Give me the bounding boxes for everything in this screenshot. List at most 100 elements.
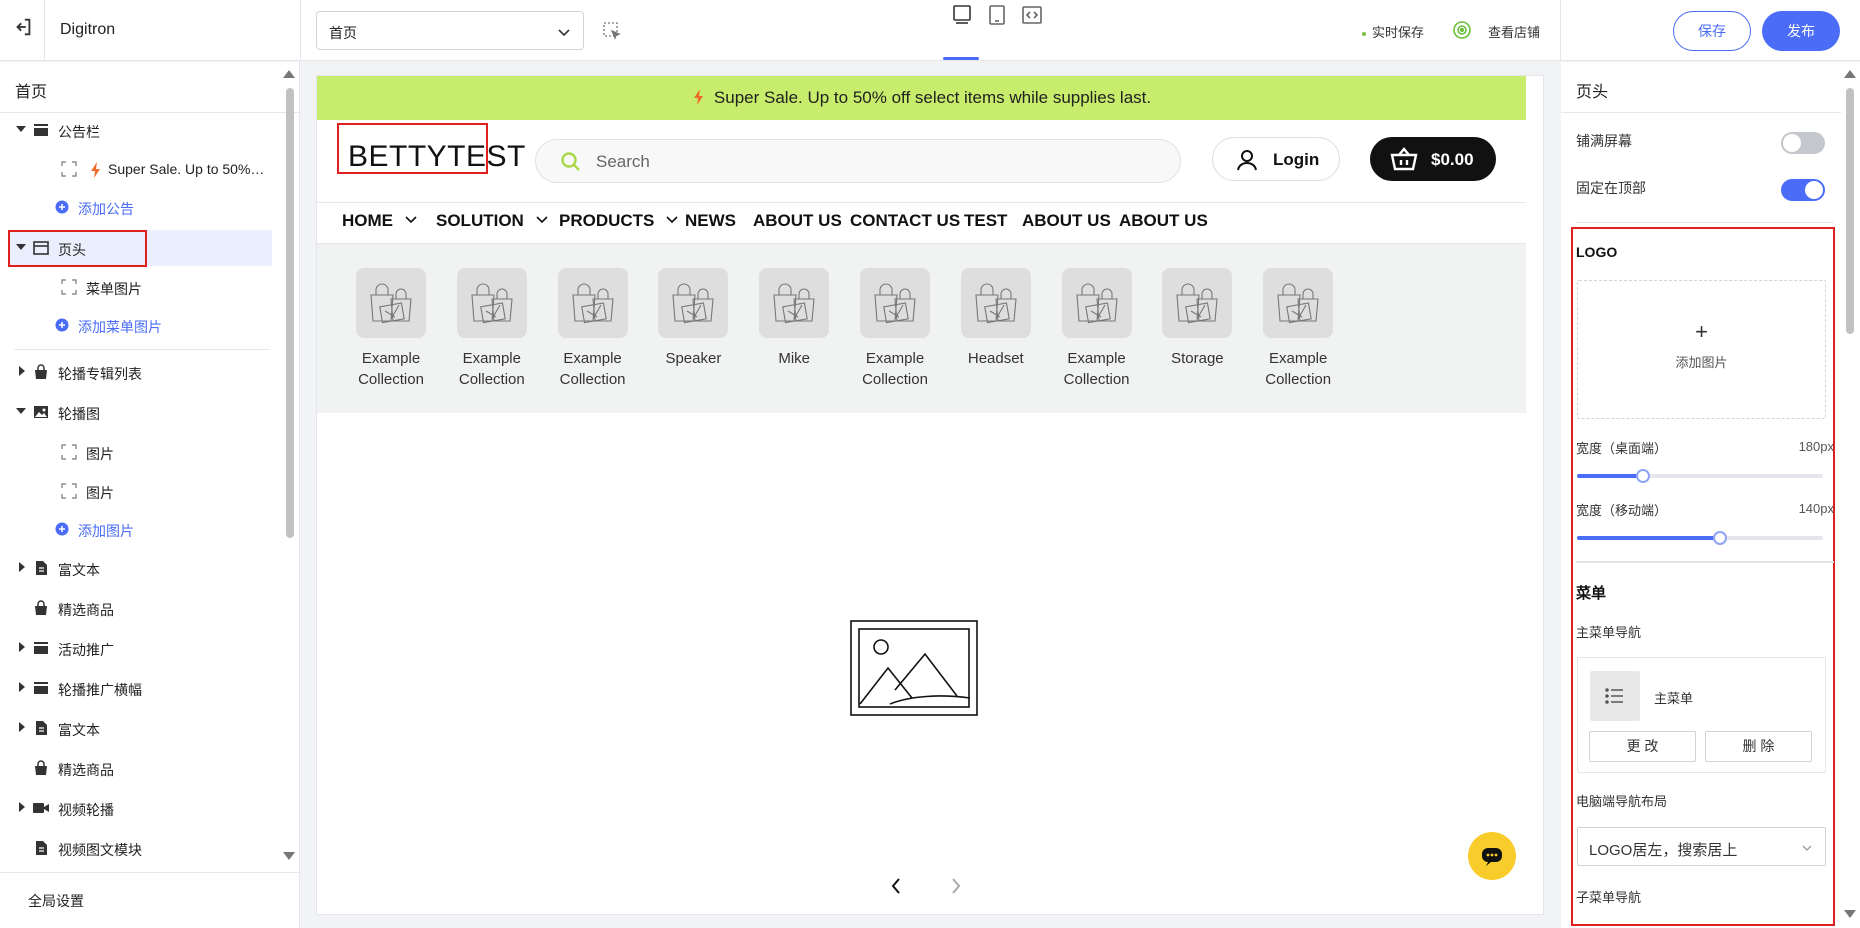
nav-item-test[interactable]: TEST [964,211,1007,231]
autosave-label: 实时保存 [1372,25,1425,40]
tree-item-promotion[interactable]: 活动推广 [0,630,272,666]
desktop-view-icon[interactable] [950,3,974,27]
tree-item-featured-products[interactable]: 精选商品 [0,750,272,786]
caret-right-icon[interactable] [19,366,25,376]
delete-menu-button[interactable]: 删 除 [1705,731,1812,762]
tree-item-announcement-bar[interactable]: 公告栏 [0,112,272,148]
announcement-bar[interactable]: Super Sale. Up to 50% off select items w… [317,76,1526,120]
tree-item-rich-text[interactable]: 富文本 [0,710,272,746]
tree-item-image[interactable]: 图片 [0,434,272,470]
frame-icon [61,279,77,295]
tree-item-label: 活动推广 [58,642,114,658]
tree-item-label: 精选商品 [58,602,114,618]
plus-circle-icon [55,318,69,332]
chat-button[interactable] [1468,832,1516,880]
width-desktop-slider[interactable] [1577,469,1823,483]
layers-icon [34,642,48,654]
tree-item-carousel-album[interactable]: 轮播专辑列表 [0,354,272,390]
nav-item-about-us[interactable]: ABOUT US [753,211,842,231]
login-button[interactable]: Login [1212,137,1340,181]
document-icon [36,561,47,575]
collection-thumbnail [356,268,426,338]
chevron-left-icon[interactable] [888,876,904,896]
width-mobile-slider[interactable] [1577,531,1823,545]
cart-button[interactable]: $0.00 [1370,137,1496,181]
slider-knob[interactable] [1712,531,1727,545]
tree-item-label: 添加公告 [78,201,134,217]
caret-right-icon[interactable] [19,802,25,812]
nav-item-news[interactable]: NEWS [685,211,736,231]
collection-thumbnail [456,268,527,338]
slider-fill [1577,536,1720,540]
add-image-button[interactable]: 添加图片 [0,511,272,547]
nav-item-solution[interactable]: SOLUTION [436,211,548,231]
fixed-top-toggle[interactable] [1781,179,1825,201]
tree-item-video-text-module[interactable]: 视频图文模块 [0,830,272,866]
exit-icon[interactable] [12,16,34,38]
full-screen-toggle[interactable] [1781,132,1825,154]
change-menu-button[interactable]: 更 改 [1589,731,1696,762]
tablet-view-icon[interactable] [985,3,1009,27]
nav-item-about-us[interactable]: ABOUT US [1119,211,1208,231]
collection-thumbnail [658,268,729,338]
nav-item-about-us[interactable]: ABOUT US [1022,211,1111,231]
caret-right-icon[interactable] [19,642,25,652]
global-settings-link[interactable]: 全局设置 [28,891,84,911]
caret-down-icon[interactable] [16,126,26,132]
nav-item-home[interactable]: HOME [342,211,417,231]
main-nav: HOME SOLUTION PRODUCTS NEWS ABOUT US CON… [317,203,1526,243]
caret-right-icon[interactable] [19,682,25,692]
tree-item-label: 图片 [86,485,114,501]
tree-item-label: 轮播推广横幅 [58,682,142,698]
nav-item-contact-us[interactable]: CONTACT US [850,211,960,231]
document-icon [36,721,47,735]
document-icon [36,841,47,855]
page-select[interactable]: 首页 [316,11,584,50]
image-placeholder-icon [850,620,978,716]
scroll-up-arrow[interactable] [283,70,295,78]
tree-item-menu-image[interactable]: 菜单图片 [0,269,272,305]
add-menu-image-button[interactable]: 添加菜单图片 [0,307,272,343]
save-button[interactable]: 保存 [1673,11,1751,51]
layers-icon [34,124,48,136]
bag-icon [35,600,47,615]
plus-circle-icon [55,522,69,536]
scroll-down-arrow[interactable] [283,852,295,860]
logo-upload-area[interactable]: + 添加图片 [1577,280,1826,419]
tree-item-video-carousel[interactable]: 视频轮播 [0,790,272,826]
tree-item-carousel[interactable]: 轮播图 [0,394,272,430]
main-menu-nav-label: 主菜单导航 [1576,625,1642,640]
page-select-value: 首页 [329,25,357,41]
select-tool-icon[interactable] [602,21,622,41]
scroll-up-arrow[interactable] [1844,70,1856,78]
tree-item-carousel-banner[interactable]: 轮播推广横幅 [0,670,272,706]
caret-right-icon[interactable] [19,722,25,732]
scrollbar-thumb[interactable] [1846,88,1854,334]
bag-icon [35,760,47,775]
tree-item-featured-products[interactable]: 精选商品 [0,590,272,626]
active-view-indicator [943,57,979,60]
caret-right-icon[interactable] [19,562,25,572]
code-view-icon[interactable] [1020,3,1044,27]
layers-icon [34,682,48,694]
scroll-down-arrow[interactable] [1844,910,1856,918]
collection-thumbnail [557,268,628,338]
page-title: 首页 [15,84,48,101]
caret-down-icon[interactable] [16,408,26,414]
search-input[interactable]: Search [535,139,1181,183]
frame-icon [61,444,77,460]
collection-thumbnail [1061,268,1132,338]
tree-item-announcement[interactable]: Super Sale. Up to 50% off select items w… [0,151,272,187]
add-announcement-button[interactable]: 添加公告 [0,189,272,225]
search-icon [561,152,580,171]
chevron-right-icon[interactable] [948,876,964,896]
nav-item-products[interactable]: PRODUCTS [559,211,678,231]
scrollbar-thumb[interactable] [286,88,294,538]
chevron-down-icon [666,216,678,224]
view-store-label: 查看店铺 [1488,25,1541,40]
desktop-layout-select[interactable]: LOGO居左，搜索居上 [1577,827,1826,866]
publish-button[interactable]: 发布 [1762,11,1840,51]
tree-item-image[interactable]: 图片 [0,473,272,509]
tree-item-rich-text[interactable]: 富文本 [0,550,272,586]
left-sidebar: 首页 公告栏 Super Sale. Up to 50% off select … [0,62,300,928]
